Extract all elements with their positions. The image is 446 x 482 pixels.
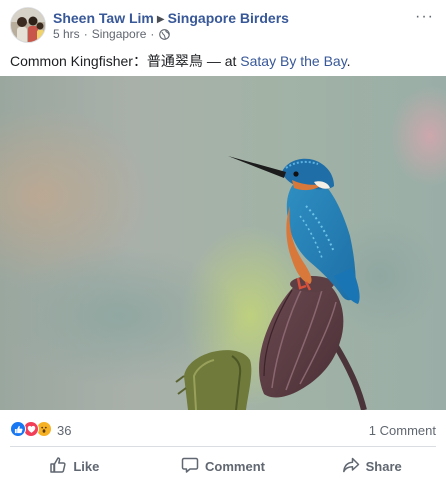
share-button[interactable]: Share	[297, 451, 446, 481]
author-line: Sheen Taw Lim ▶ Singapore Birders	[53, 10, 289, 26]
thumbs-up-icon	[49, 456, 73, 477]
meta-separator-2: ·	[150, 27, 155, 41]
reactions-bar: 36 1 Comment	[0, 416, 446, 444]
comment-count[interactable]: 1 Comment	[369, 423, 436, 438]
author-name[interactable]: Sheen Taw Lim	[53, 10, 154, 26]
reaction-count[interactable]: 36	[57, 423, 71, 438]
more-options-icon[interactable]: ···	[415, 8, 434, 26]
share-icon	[342, 456, 366, 477]
meta-separator: ·	[83, 27, 88, 41]
globe-icon[interactable]	[159, 28, 171, 40]
post-location[interactable]: Singapore	[92, 27, 147, 41]
comment-label: Comment	[205, 458, 265, 474]
caption-text: Common Kingfisher：普通翠鳥 — at	[10, 53, 241, 69]
reaction-icons[interactable]	[10, 421, 52, 437]
post-header: Sheen Taw Lim ▶ Singapore Birders 5 hrs · …	[0, 0, 446, 46]
group-name[interactable]: Singapore Birders	[168, 10, 289, 26]
post-time[interactable]: 5 hrs	[53, 27, 80, 41]
comment-icon	[181, 456, 205, 477]
post-caption: Common Kingfisher：普通翠鳥 — at Satay By the…	[10, 51, 351, 71]
like-button[interactable]: Like	[0, 451, 149, 481]
author-avatar[interactable]	[10, 7, 46, 43]
divider	[10, 446, 436, 447]
like-reaction-icon	[10, 421, 26, 437]
action-bar: Like Comment Share	[0, 451, 446, 481]
caption-end: .	[346, 53, 351, 69]
place-link[interactable]: Satay By the Bay	[240, 53, 346, 69]
comment-button[interactable]: Comment	[149, 451, 298, 481]
right-arrow-icon: ▶	[156, 14, 165, 25]
post-meta: 5 hrs · Singapore ·	[53, 27, 171, 41]
share-label: Share	[365, 458, 402, 474]
post-photo[interactable]	[0, 76, 446, 410]
like-label: Like	[73, 458, 100, 474]
